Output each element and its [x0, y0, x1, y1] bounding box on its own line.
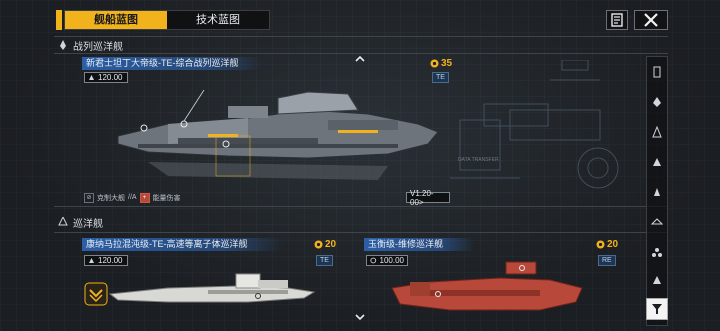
cost-icon: [314, 240, 323, 248]
ship-cruiser-1-image[interactable]: [108, 266, 318, 312]
energy-damage-icon: +: [139, 192, 150, 203]
blueprint-schematic: DATA TRANSFER: [450, 60, 619, 189]
version-label: V1.20-00>: [406, 189, 450, 207]
class-filter-icon[interactable]: [651, 274, 663, 286]
class-filter-icon[interactable]: [651, 156, 663, 168]
ship-battlecruiser-image[interactable]: [108, 84, 448, 192]
ship-stat-box: 120.00: [84, 255, 128, 266]
ship-cost: 20: [314, 238, 336, 250]
class-filter-icon[interactable]: [651, 186, 663, 198]
class-filter-icon[interactable]: [651, 246, 663, 258]
ship-type-badge: RE: [598, 255, 616, 266]
cost-icon: [430, 59, 439, 67]
class-filter-icon[interactable]: [651, 96, 663, 108]
divider: [54, 232, 668, 233]
ship-tags: ⊘ 克制大舰 //A + 能量伤害: [84, 192, 181, 203]
tab-tech-blueprint[interactable]: 技术蓝图: [167, 11, 269, 29]
tag-symbol: //A: [128, 194, 137, 201]
ship-stat-value: 120.00: [98, 256, 123, 265]
top-bar: 舰船蓝图 技术蓝图: [0, 0, 720, 36]
tag-label: 克制大舰: [97, 194, 125, 202]
ship-cruiser-2-image[interactable]: [390, 260, 586, 320]
counter-icon: ⊘: [84, 192, 94, 203]
cost-icon: [596, 240, 605, 248]
data-transfer-label: DATA TRANSFER: [458, 157, 499, 163]
stat-icon: [89, 258, 94, 263]
section-label: 战列巡洋舰: [73, 41, 123, 53]
class-filter-icon[interactable]: [651, 66, 663, 78]
tab-accent-mark: [56, 10, 62, 30]
ship-type-badge: TE: [316, 255, 333, 266]
close-button[interactable]: [634, 10, 668, 30]
document-button[interactable]: [606, 10, 628, 30]
ship-cost-value: 20: [325, 238, 337, 250]
divider: [54, 36, 668, 37]
document-icon: [611, 13, 623, 27]
ship-cost-value: 35: [441, 57, 453, 69]
ship-stat-value: 120.00: [98, 73, 123, 82]
divider: [54, 206, 668, 207]
tag-label: 能量伤害: [152, 194, 181, 202]
filter-button[interactable]: [646, 298, 668, 320]
ship-cost-value: 20: [607, 238, 619, 250]
ship-stat-box: 120.00: [84, 72, 128, 83]
ship-cost: 35: [430, 57, 452, 69]
class-filter-icon[interactable]: [651, 216, 663, 228]
stat-icon: [89, 75, 94, 80]
section-header-cruiser: 巡洋舰: [58, 214, 103, 230]
close-icon: [644, 13, 658, 27]
ship-cost: 20: [596, 238, 618, 250]
filter-icon: [652, 304, 662, 314]
cruiser-class-icon: [58, 217, 68, 226]
ship-type-badge: TE: [432, 72, 449, 83]
faction-emblem-icon: [84, 282, 108, 306]
ship-name[interactable]: 新君士坦丁大帝级-TE-综合战列巡洋舰: [82, 57, 262, 70]
chevron-down-icon[interactable]: [355, 314, 365, 321]
divider: [54, 53, 668, 54]
ship-name[interactable]: 康纳马拉混沌级-TE-高速等离子体巡洋舰: [82, 238, 282, 251]
section-label: 巡洋舰: [73, 218, 103, 230]
ship-name[interactable]: 玉衡级-维修巡洋舰: [364, 238, 474, 251]
chevron-up-icon[interactable]: [355, 55, 365, 62]
battlecruiser-class-icon: [60, 40, 66, 50]
tab-group: 舰船蓝图 技术蓝图: [64, 10, 270, 30]
tab-ship-blueprint[interactable]: 舰船蓝图: [65, 11, 167, 29]
stat-icon: [370, 257, 377, 264]
section-header-battlecruiser: 战列巡洋舰: [58, 37, 123, 53]
class-filter-icon[interactable]: [651, 126, 663, 138]
